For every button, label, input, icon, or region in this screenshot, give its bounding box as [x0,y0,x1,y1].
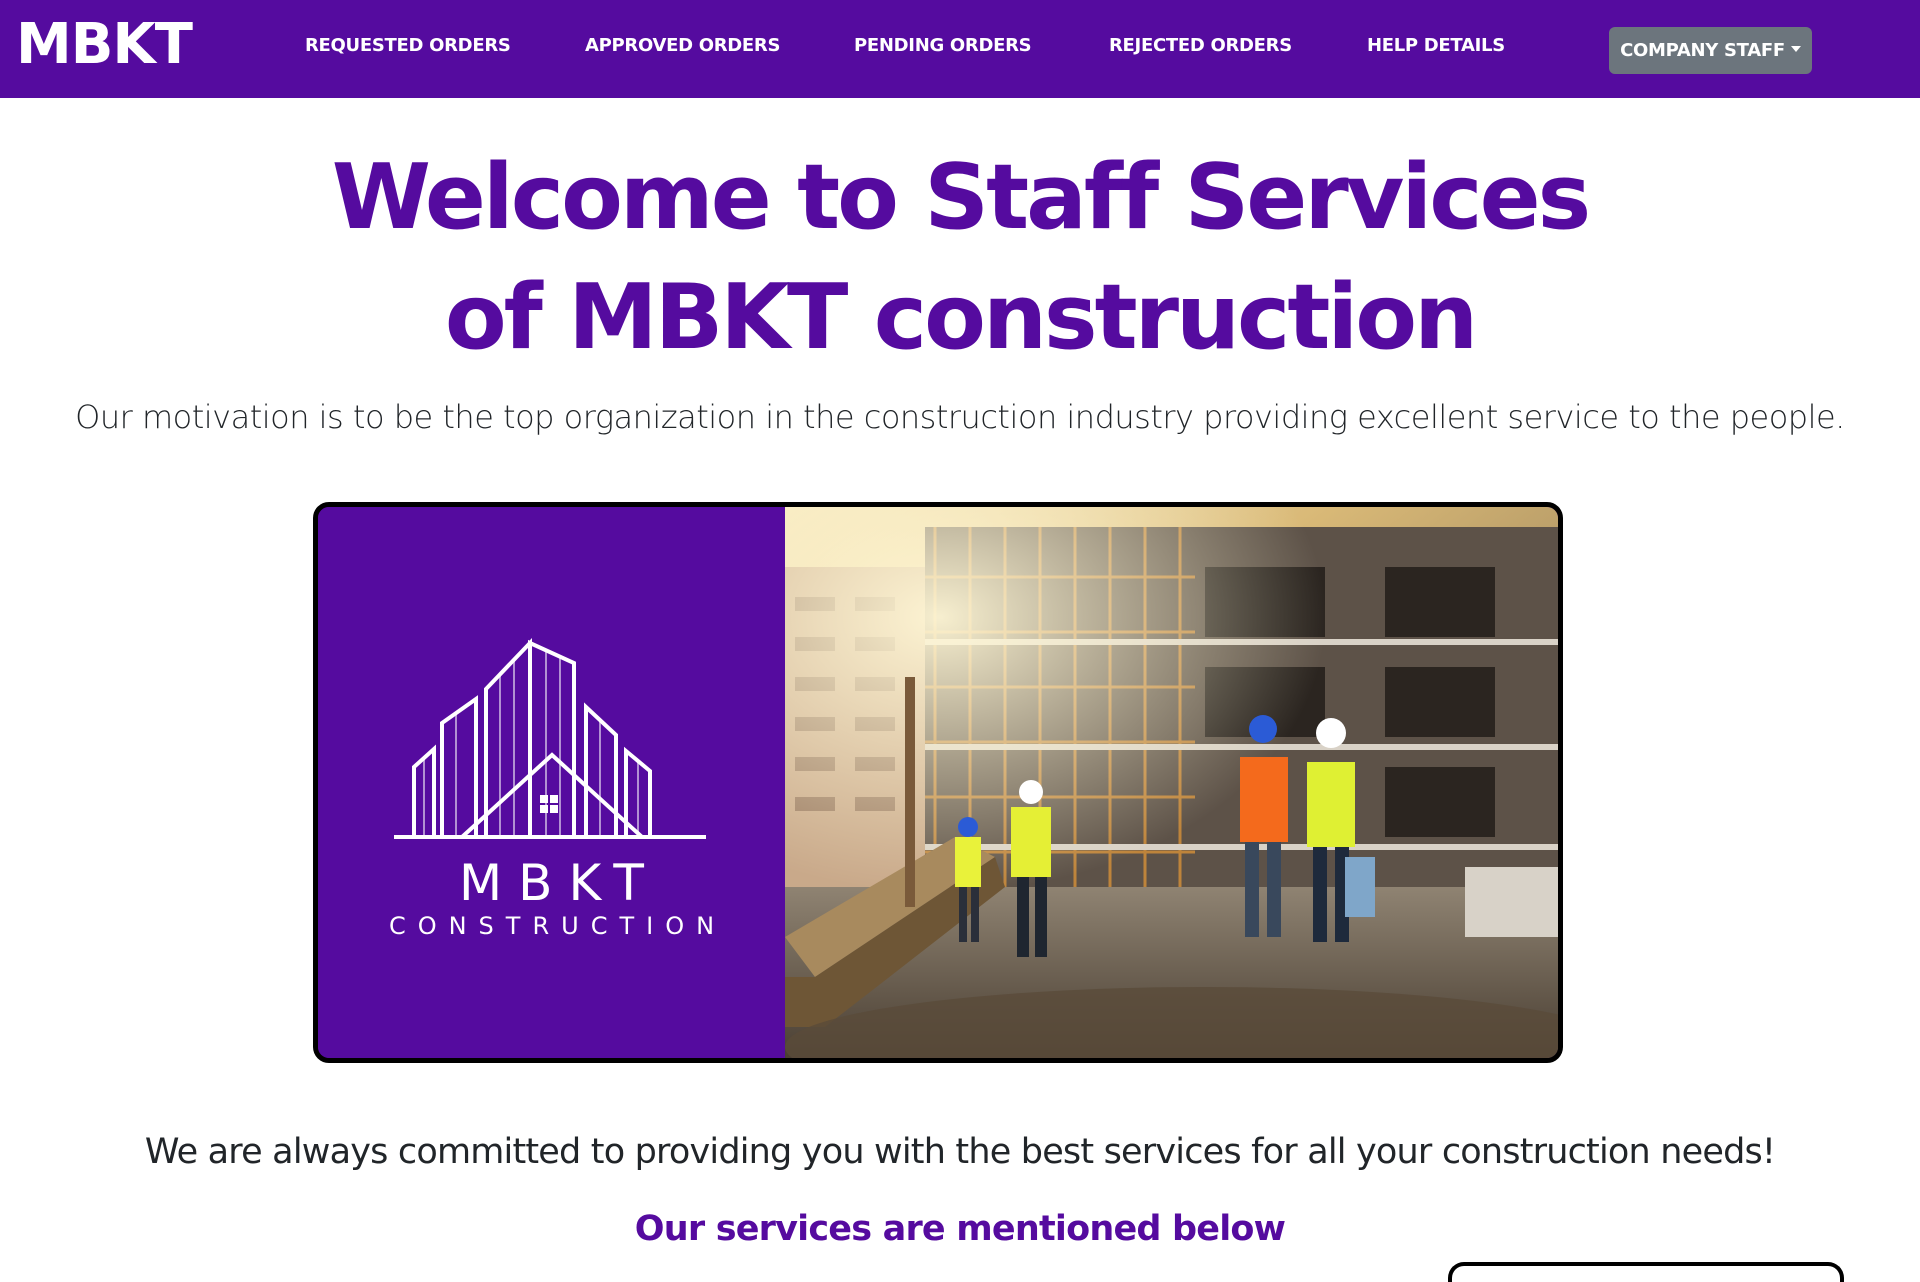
construction-site-image [785,507,1558,1058]
company-logo-panel: MBKT CONSTRUCTION [318,507,785,1058]
construction-site-photo [785,507,1558,1058]
nav-requested-orders[interactable]: REQUESTED ORDERS [305,34,511,58]
caret-down-icon [1790,45,1801,52]
brand-logo-link[interactable]: MBKT [16,12,193,78]
nav-rejected-orders[interactable]: REJECTED ORDERS [1109,34,1292,58]
logo-subtitle: CONSTRUCTION [388,912,727,940]
logo-wordmark: MBKT [459,854,660,912]
company-staff-label: COMPANY STAFF [1620,40,1785,61]
page-title-line-1: Welcome to Staff Services [331,145,1591,250]
page-title: Welcome to Staff Services of MBKT constr… [0,138,1920,378]
motivation-text: Our motivation is to be the top organiza… [75,398,1845,436]
nav-pending-orders[interactable]: PENDING ORDERS [854,34,1032,58]
nav-approved-orders[interactable]: APPROVED ORDERS [585,34,780,58]
page-title-line-2: of MBKT construction [444,265,1478,370]
commitment-text: We are always committed to providing you… [144,1132,1776,1172]
top-navbar: MBKT REQUESTED ORDERS APPROVED ORDERS PE… [0,0,1920,98]
hero-banner: MBKT CONSTRUCTION [313,502,1563,1063]
service-card-top-edge [1448,1262,1844,1282]
buildings-logo-icon [394,638,706,839]
company-staff-dropdown[interactable]: COMPANY STAFF [1609,27,1812,74]
nav-help-details[interactable]: HELP DETAILS [1367,34,1505,58]
services-heading: Our services are mentioned below [634,1209,1286,1249]
